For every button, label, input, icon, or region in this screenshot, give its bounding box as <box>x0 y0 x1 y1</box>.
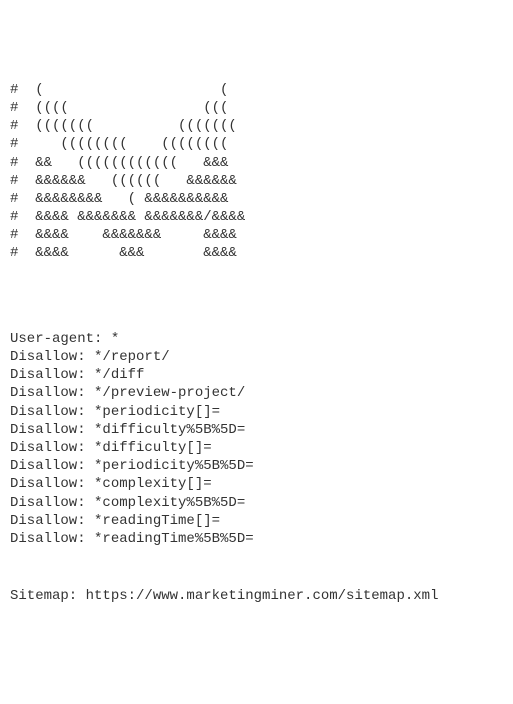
disallow-rule: Disallow: */diff <box>10 367 144 383</box>
user-agent-line: User-agent: * <box>10 331 119 347</box>
ascii-line: # &&&&&& (((((( &&&&&& <box>10 173 237 189</box>
disallow-rule: Disallow: *periodicity[]= <box>10 404 220 420</box>
ascii-line: # &&&& &&&&&&& &&&& <box>10 227 237 243</box>
ascii-line: # && (((((((((((( &&& <box>10 155 228 171</box>
disallow-rule: Disallow: *readingTime%5B%5D= <box>10 531 254 547</box>
disallow-rule: Disallow: *difficulty%5B%5D= <box>10 422 245 438</box>
disallow-rule: Disallow: *difficulty[]= <box>10 440 212 456</box>
disallow-rule: Disallow: *readingTime[]= <box>10 513 220 529</box>
disallow-rule: Disallow: */preview-project/ <box>10 385 245 401</box>
ascii-line: # (((((((( (((((((( <box>10 136 228 152</box>
sitemap-section: Sitemap: https://www.marketingminer.com/… <box>10 587 503 605</box>
ascii-line: # &&&& &&& &&&& <box>10 245 237 261</box>
disallow-rule: Disallow: */report/ <box>10 349 170 365</box>
disallow-rule: Disallow: *complexity[]= <box>10 476 212 492</box>
ascii-line: # &&&& &&&&&&& &&&&&&&/&&&& <box>10 209 245 225</box>
disallow-rule: Disallow: *periodicity%5B%5D= <box>10 458 254 474</box>
ascii-line: # ((((((( ((((((( <box>10 118 237 134</box>
sitemap-url: Sitemap: https://www.marketingminer.com/… <box>10 588 438 604</box>
disallow-rule: Disallow: *complexity%5B%5D= <box>10 495 245 511</box>
ascii-line: # &&&&&&&& ( &&&&&&&&&& <box>10 191 228 207</box>
ascii-line: # (((( ((( <box>10 100 228 116</box>
ascii-line: # ( ( <box>10 82 228 98</box>
robots-rules-section: User-agent: * Disallow: */report/ Disall… <box>10 330 503 548</box>
ascii-art-logo: # ( ( # (((( ((( # ((((((( ((((((( # (((… <box>10 81 503 263</box>
